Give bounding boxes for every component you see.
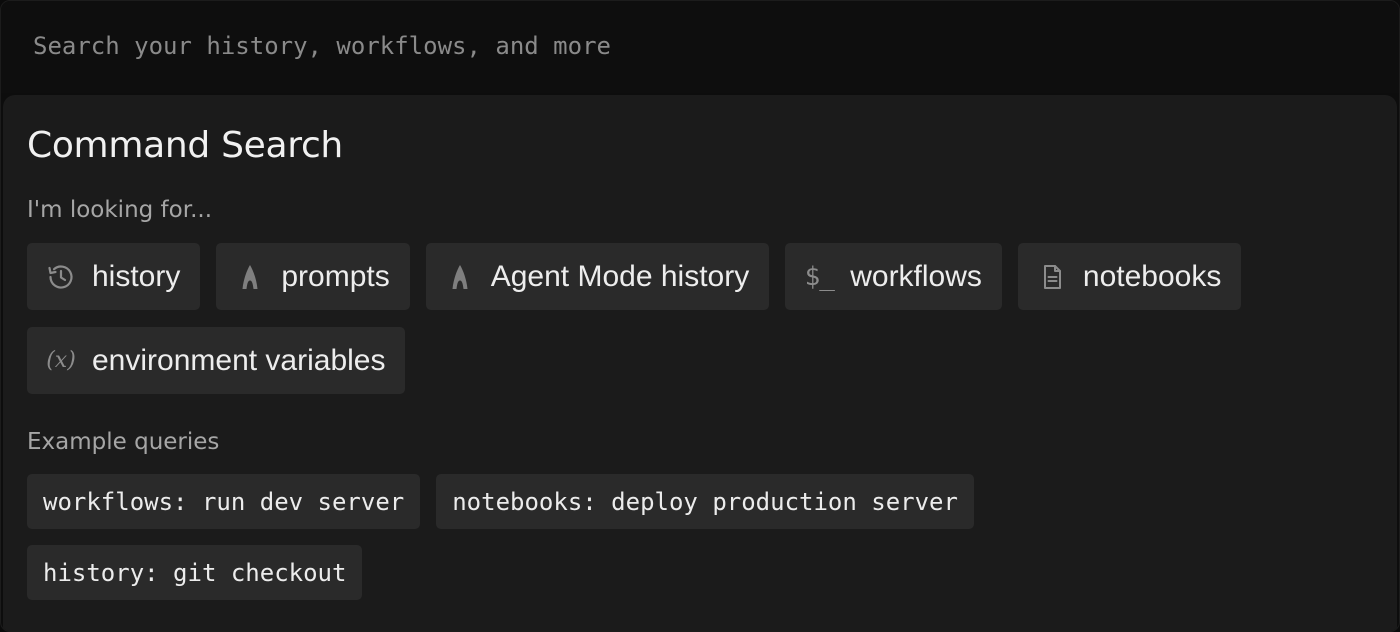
filter-prompts-label: prompts	[281, 259, 390, 293]
document-icon	[1036, 261, 1068, 293]
panel-title: Command Search	[27, 125, 343, 166]
filter-environment-variables-label: environment variables	[92, 343, 386, 377]
example-queries-label: Example queries	[27, 429, 220, 455]
command-search-window: Command Search I'm looking for... histor…	[0, 0, 1400, 632]
filter-chips-row-2: (x) environment variables	[27, 327, 406, 394]
example-queries-row: workflows: run dev server notebooks: dep…	[27, 474, 974, 529]
agent-a-icon	[444, 261, 476, 293]
example-query-notebooks[interactable]: notebooks: deploy production server	[436, 474, 974, 529]
agent-a-icon	[234, 261, 266, 293]
terminal-dollar-glyph: $_	[804, 261, 835, 292]
example-queries-row-2: history: git checkout	[27, 545, 363, 600]
filter-workflows-button[interactable]: $_ workflows	[785, 243, 1002, 310]
example-query-workflows[interactable]: workflows: run dev server	[27, 474, 421, 529]
example-query-history[interactable]: history: git checkout	[27, 545, 363, 600]
search-bar	[1, 1, 1399, 93]
filter-notebooks-label: notebooks	[1082, 259, 1222, 293]
filter-notebooks-button[interactable]: notebooks	[1017, 243, 1242, 310]
filter-workflows-label: workflows	[850, 259, 982, 293]
filter-environment-variables-button[interactable]: (x) environment variables	[27, 327, 406, 394]
filter-agent-mode-history-button[interactable]: Agent Mode history	[425, 243, 770, 310]
looking-for-label: I'm looking for...	[27, 197, 212, 223]
terminal-dollar-icon: $_	[803, 261, 835, 293]
filter-prompts-button[interactable]: prompts	[216, 243, 410, 310]
filter-agent-mode-history-label: Agent Mode history	[490, 259, 750, 293]
clock-history-icon	[45, 261, 77, 293]
filter-chips-row: history prompts Agent Mode history $_ wo…	[27, 243, 1242, 310]
variable-x-glyph: (x)	[46, 348, 76, 373]
variable-x-icon: (x)	[45, 345, 77, 377]
search-input[interactable]	[31, 27, 1335, 65]
command-search-panel: Command Search I'm looking for... histor…	[3, 95, 1397, 631]
filter-history-label: history	[92, 259, 181, 293]
filter-history-button[interactable]: history	[27, 243, 201, 310]
